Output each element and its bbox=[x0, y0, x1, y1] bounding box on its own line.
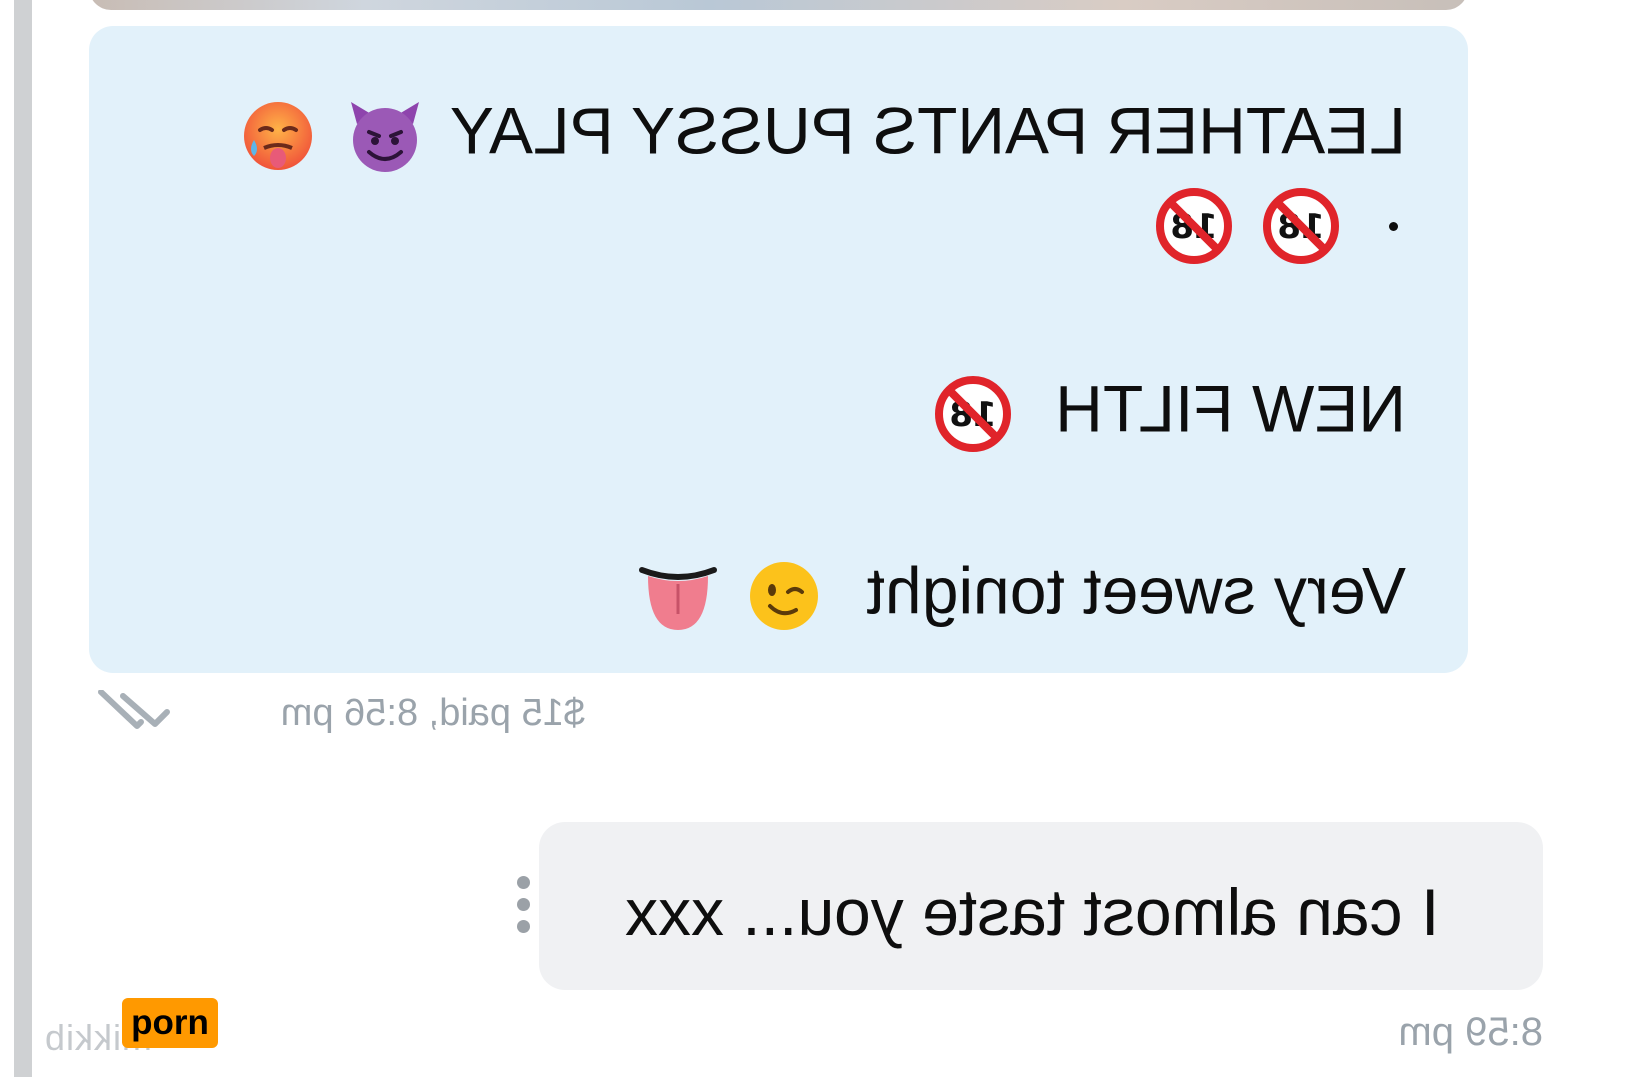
no-one-under-eighteen-icon: 18 bbox=[1261, 186, 1341, 266]
no-one-under-eighteen-icon: 18 bbox=[933, 374, 1013, 454]
outgoing-timestamp: 8:59 pm bbox=[1398, 1010, 1543, 1054]
double-check-icon bbox=[98, 690, 170, 729]
message-line-1-text: LEATHER PANTS PUSSY PLAY bbox=[451, 93, 1406, 168]
message-line-2: 18 18 bbox=[1154, 186, 1406, 266]
watermark-badge: porn bbox=[122, 998, 218, 1048]
media-preview-strip[interactable] bbox=[89, 0, 1468, 10]
no-one-under-eighteen-icon: 18 bbox=[1154, 186, 1234, 266]
payment-timestamp: $15 paid, 8:56 pm bbox=[280, 692, 585, 734]
outgoing-message-bubble[interactable]: I can almost taste you... xxx bbox=[539, 822, 1543, 990]
message-options-icon[interactable] bbox=[509, 876, 539, 940]
period-dot bbox=[1389, 221, 1398, 231]
hot-face-icon bbox=[238, 96, 318, 176]
mirrored-chat-screen: LEATHER PANTS PUSSY PLAY NEW FILTH Very … bbox=[0, 0, 1637, 1077]
message-line-3-text: NEW FILTH bbox=[1055, 371, 1406, 446]
conversation-edge-bar bbox=[14, 0, 32, 1077]
message-line-4: Very sweet tonight bbox=[638, 553, 1406, 636]
message-line-1: LEATHER PANTS PUSSY PLAY bbox=[238, 93, 1406, 176]
tongue-icon bbox=[638, 556, 718, 636]
message-line-3: NEW FILTH 18 bbox=[933, 371, 1406, 454]
devil-face-icon bbox=[345, 96, 425, 176]
winking-face-icon bbox=[744, 556, 824, 636]
outgoing-message-text: I can almost taste you... xxx bbox=[625, 875, 1440, 949]
message-line-4-text: Very sweet tonight bbox=[866, 553, 1406, 628]
incoming-message-bubble[interactable]: LEATHER PANTS PUSSY PLAY NEW FILTH Very … bbox=[89, 26, 1468, 673]
